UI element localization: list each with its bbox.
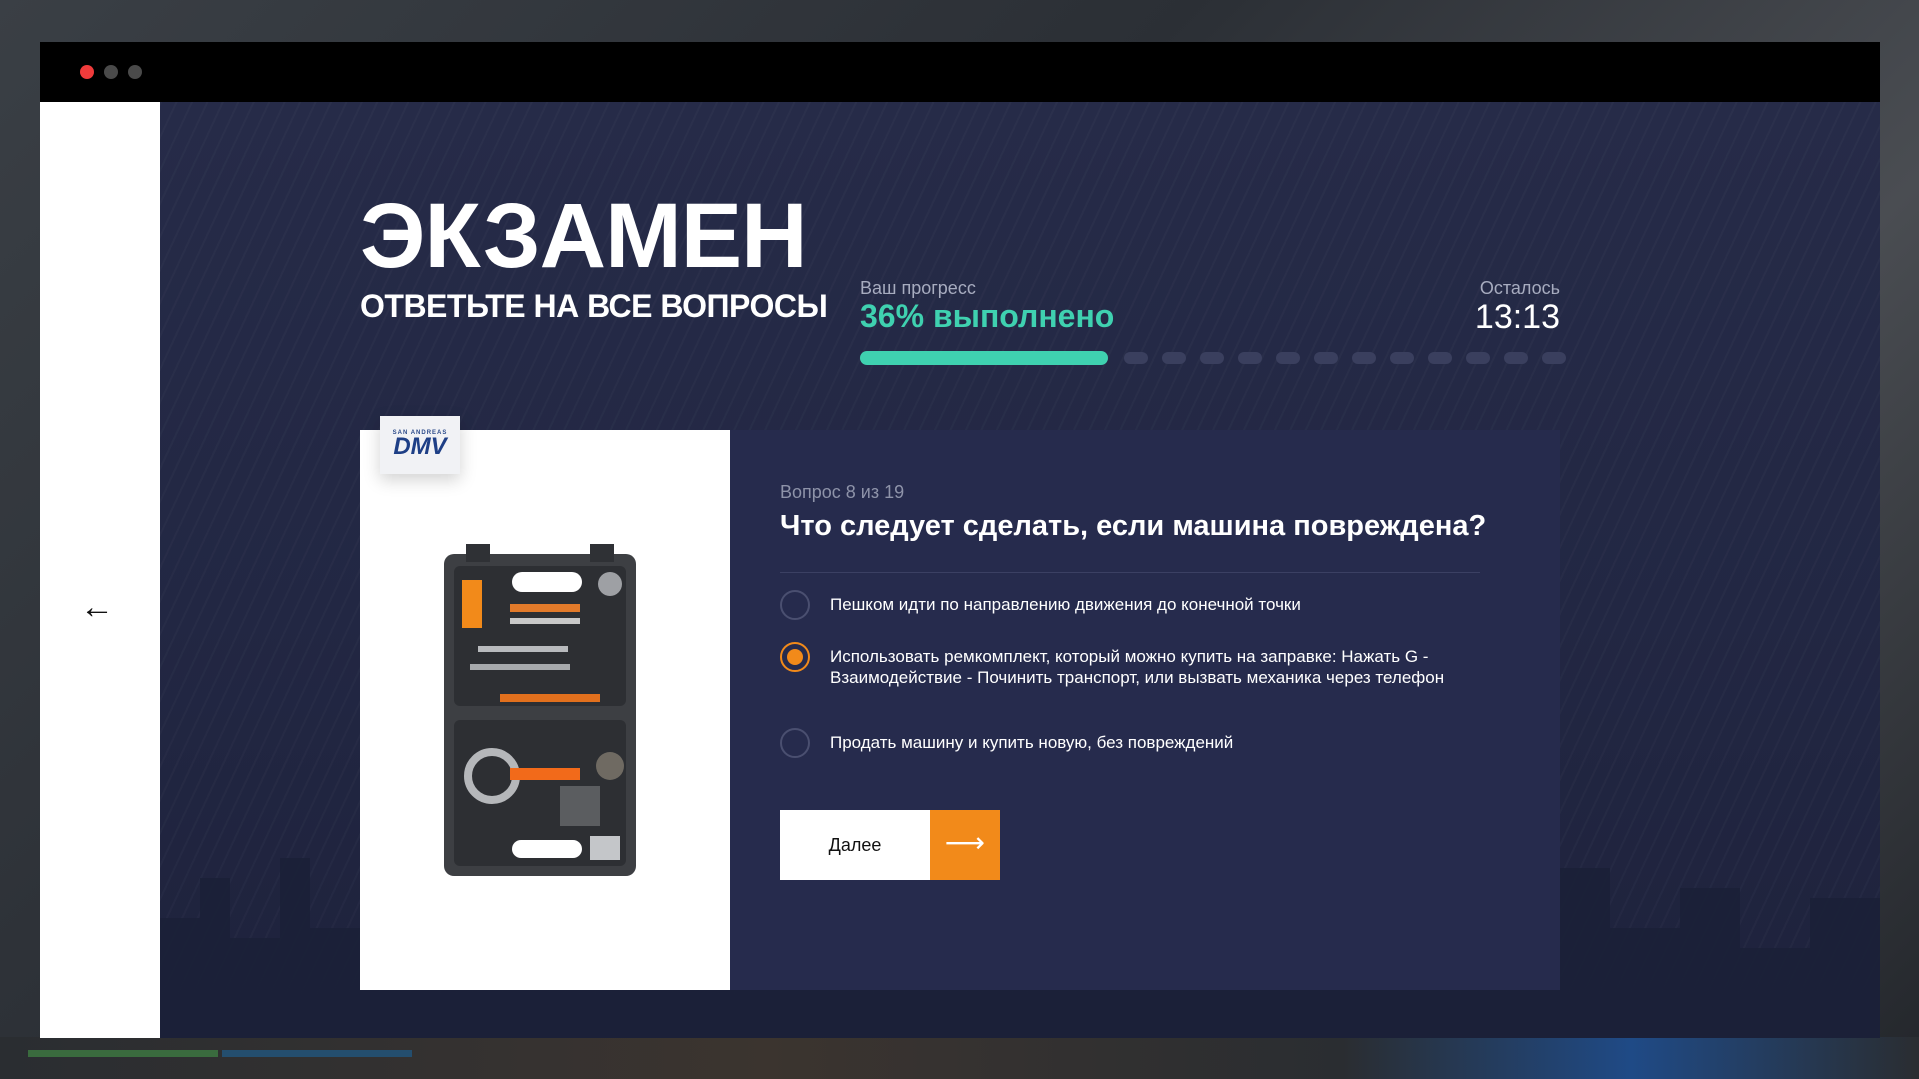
sidebar: ←	[40, 102, 160, 1038]
answer-text: Пешком идти по направлению движения до к…	[830, 595, 1301, 614]
progress-label: Ваш прогресс	[860, 278, 976, 298]
progress-step	[1428, 352, 1452, 364]
progress-step	[1352, 352, 1376, 364]
answer-text: Продать машину и купить новую, без повре…	[830, 733, 1234, 752]
minimize-window-dot[interactable]	[104, 65, 118, 79]
answer-option-3[interactable]: Продать машину и купить новую, без повре…	[780, 728, 1500, 764]
dmv-logo: SAN ANDREAS DMV	[380, 416, 460, 474]
question-image-panel: SAN ANDREAS DMV	[360, 416, 730, 990]
progress-value: 36% выполнено	[860, 298, 1115, 334]
answer-radio[interactable]	[780, 728, 810, 758]
answer-radio-selected[interactable]	[780, 642, 810, 672]
hud-armor-bar	[222, 1050, 412, 1057]
answer-radio[interactable]	[780, 590, 810, 620]
back-arrow-icon[interactable]: ←	[80, 590, 114, 624]
maximize-window-dot[interactable]	[128, 65, 142, 79]
next-button-label: Далее	[780, 810, 930, 880]
answer-option-1[interactable]: Пешком идти по направлению движения до к…	[780, 590, 1500, 626]
toolkit-image	[444, 544, 636, 876]
progress-bar	[860, 350, 1566, 366]
progress-step	[1390, 352, 1414, 364]
exam-subtitle: ОТВЕТЬТЕ НА ВСЕ ВОПРОСЫ	[360, 288, 828, 324]
close-window-dot[interactable]	[80, 65, 94, 79]
hud-health-bar	[28, 1050, 218, 1057]
answer-text: Использовать ремкомплект, который можно …	[830, 647, 1445, 687]
game-background	[0, 1037, 1919, 1079]
arrow-right-icon: ⟶	[930, 810, 1000, 880]
exam-main: ЭКЗАМЕН ОТВЕТЬТЕ НА ВСЕ ВОПРОСЫ Ваш прог…	[160, 102, 1880, 1038]
progress-step	[1124, 352, 1148, 364]
progress-step	[1200, 352, 1224, 364]
progress-step	[1238, 352, 1262, 364]
progress-step	[1504, 352, 1528, 364]
exam-title: ЭКЗАМЕН	[360, 185, 808, 287]
window-titlebar	[40, 42, 1880, 102]
next-button[interactable]: Далее ⟶	[780, 810, 1000, 880]
time-remaining-label: Осталось	[1479, 278, 1560, 298]
question-divider	[780, 572, 1480, 573]
progress-step	[1162, 352, 1186, 364]
progress-step	[1466, 352, 1490, 364]
question-counter: Вопрос 8 из 19	[780, 482, 905, 502]
answer-option-2[interactable]: Использовать ремкомплект, который можно …	[780, 642, 1500, 712]
question-text: Что следует сделать, если машина поврежд…	[780, 510, 1487, 542]
progress-fill	[860, 351, 1108, 365]
progress-step	[1314, 352, 1338, 364]
progress-step	[1276, 352, 1300, 364]
question-card: SAN ANDREAS DMV Вопрос 8 из 19 Что следу…	[360, 416, 1560, 990]
progress-step	[1542, 352, 1566, 364]
dmv-logo-text: DMV	[393, 433, 447, 460]
exam-window: ← ЭКЗАМЕН ОТВЕТЬТЕ НА ВСЕ ВОПРОСЫ Ваш пр…	[40, 42, 1880, 1038]
time-remaining-value: 13:13	[1474, 298, 1560, 336]
